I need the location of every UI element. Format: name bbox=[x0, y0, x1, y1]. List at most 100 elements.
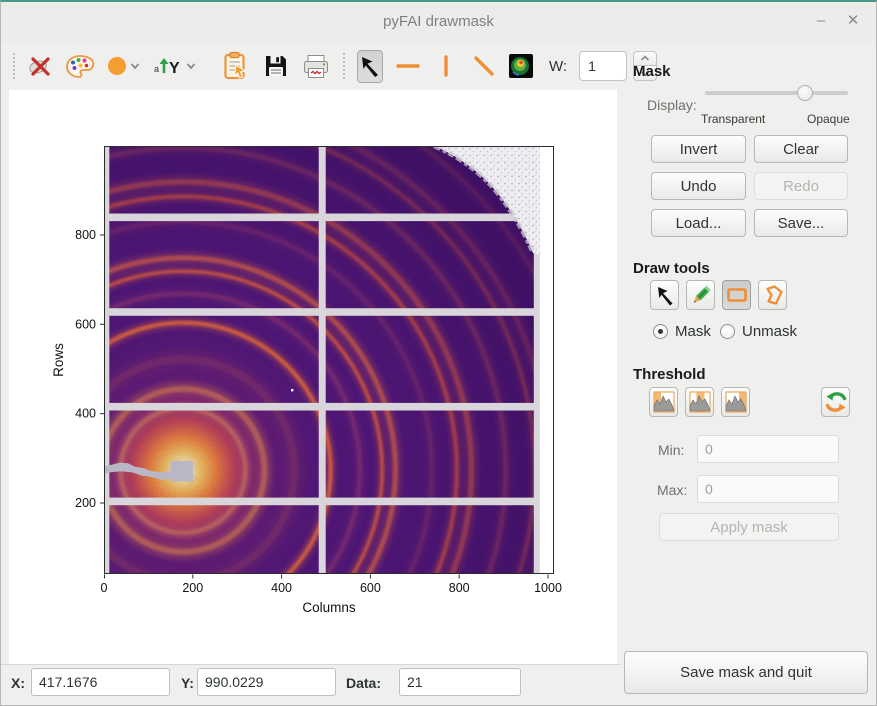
mask-above-threshold-button[interactable] bbox=[721, 387, 750, 417]
min-label: Min: bbox=[658, 442, 684, 458]
colormap-thumbnail-icon bbox=[509, 54, 533, 78]
marker-symbol-dropdown[interactable] bbox=[107, 56, 141, 76]
polygon-tool-button[interactable] bbox=[758, 280, 787, 310]
y-tick-label: 400 bbox=[75, 407, 96, 421]
free-line-profile-button[interactable] bbox=[471, 50, 497, 83]
load-mask-button[interactable]: Load... bbox=[651, 209, 746, 237]
vertical-profile-button[interactable] bbox=[433, 50, 459, 83]
rectangle-icon bbox=[725, 283, 749, 307]
y-axis-label: Rows bbox=[51, 343, 66, 377]
y-tick-label: 200 bbox=[75, 496, 96, 510]
palette-icon bbox=[65, 53, 95, 80]
redo-button[interactable]: Redo bbox=[754, 172, 848, 200]
x-tick-label: 200 bbox=[182, 581, 203, 595]
x-tick-label: 1000 bbox=[534, 581, 562, 595]
apply-mask-button[interactable]: Apply mask bbox=[659, 513, 839, 541]
reset-zoom-button[interactable] bbox=[27, 53, 53, 79]
x-tick-label: 600 bbox=[360, 581, 381, 595]
floppy-save-icon bbox=[263, 53, 289, 79]
printer-icon bbox=[301, 53, 331, 80]
x-coordinate-label: X: bbox=[11, 675, 25, 691]
y-tick-label: 800 bbox=[75, 228, 96, 242]
profile-width-label: W: bbox=[549, 58, 567, 75]
draw-tools-title: Draw tools bbox=[633, 260, 710, 277]
pointer-tool-button[interactable] bbox=[650, 280, 679, 310]
pencil-icon bbox=[689, 283, 713, 307]
display-label: Display: bbox=[647, 97, 697, 113]
red-x-icon bbox=[27, 53, 53, 79]
profile-pointer-button[interactable] bbox=[357, 50, 383, 83]
clear-profile-button[interactable] bbox=[509, 54, 533, 78]
transparent-label: Transparent bbox=[701, 112, 765, 126]
orange-circle-icon bbox=[107, 56, 127, 76]
copy-snapshot-button[interactable] bbox=[221, 51, 251, 82]
horizontal-line-icon bbox=[395, 53, 421, 79]
colormap-dialog-button[interactable] bbox=[65, 53, 95, 80]
data-value-field[interactable] bbox=[399, 668, 521, 696]
chevron-up-icon bbox=[640, 55, 650, 62]
threshold-title: Threshold bbox=[633, 366, 706, 383]
max-label: Max: bbox=[657, 482, 687, 498]
rectangle-tool-button[interactable] bbox=[722, 280, 751, 310]
unmask-radio-label[interactable]: Unmask bbox=[742, 323, 797, 340]
toolbar-drag-handle[interactable] bbox=[343, 53, 345, 79]
profile-width-spinbox[interactable] bbox=[579, 51, 627, 81]
histogram-below-icon bbox=[652, 390, 676, 414]
clipboard-copy-icon bbox=[221, 51, 251, 82]
save-mask-button[interactable]: Save... bbox=[754, 209, 848, 237]
svg-text:a: a bbox=[154, 64, 159, 74]
plot-toolbar: a Y bbox=[1, 42, 617, 90]
app-window: pyFAI drawmask – ✕ bbox=[0, 0, 877, 706]
pencil-tool-button[interactable] bbox=[686, 280, 715, 310]
titlebar: pyFAI drawmask – ✕ bbox=[1, 2, 876, 42]
save-snapshot-button[interactable] bbox=[263, 53, 289, 79]
refresh-threshold-button[interactable] bbox=[821, 387, 850, 417]
mask-section-title: Mask bbox=[633, 63, 671, 80]
vertical-line-icon bbox=[433, 53, 459, 79]
print-button[interactable] bbox=[301, 53, 331, 80]
x-tick-label: 800 bbox=[449, 581, 470, 595]
x-axis-label: Columns bbox=[302, 600, 356, 615]
toolbar-drag-handle[interactable] bbox=[13, 53, 15, 79]
mask-below-threshold-button[interactable] bbox=[649, 387, 678, 417]
save-mask-and-quit-button[interactable]: Save mask and quit bbox=[624, 651, 868, 694]
y-axis-orientation-dropdown[interactable]: a Y bbox=[153, 53, 197, 79]
diffraction-plot[interactable]: 0 200 400 600 800 1000 200 400 600 800 C… bbox=[9, 90, 617, 664]
y-coordinate-field[interactable] bbox=[197, 668, 336, 696]
mask-radio[interactable] bbox=[653, 324, 668, 339]
mask-radio-label[interactable]: Mask bbox=[675, 323, 711, 340]
slider-handle[interactable] bbox=[797, 85, 813, 101]
plot-canvas[interactable]: 0 200 400 600 800 1000 200 400 600 800 C… bbox=[9, 90, 617, 664]
opaque-label: Opaque bbox=[807, 112, 850, 126]
unmask-radio[interactable] bbox=[720, 324, 735, 339]
histogram-above-icon bbox=[724, 390, 748, 414]
mask-display-slider[interactable] bbox=[705, 85, 848, 101]
close-button[interactable]: ✕ bbox=[840, 2, 866, 42]
horizontal-profile-button[interactable] bbox=[395, 50, 421, 83]
min-input[interactable] bbox=[697, 435, 839, 463]
diagonal-line-icon bbox=[471, 53, 497, 79]
slider-groove[interactable] bbox=[705, 91, 848, 95]
invert-button[interactable]: Invert bbox=[651, 135, 746, 163]
pointer-arrow-icon bbox=[358, 54, 382, 78]
undo-button[interactable]: Undo bbox=[651, 172, 746, 200]
x-tick-label: 0 bbox=[101, 581, 108, 595]
minimize-button[interactable]: – bbox=[808, 2, 834, 42]
y-coordinate-label: Y: bbox=[181, 675, 194, 691]
polygon-icon bbox=[761, 283, 785, 307]
clear-button[interactable]: Clear bbox=[754, 135, 848, 163]
image-noise bbox=[104, 146, 554, 574]
max-input[interactable] bbox=[697, 475, 839, 503]
data-value-label: Data: bbox=[346, 675, 381, 691]
refresh-icon bbox=[823, 389, 849, 415]
x-coordinate-field[interactable] bbox=[31, 668, 170, 696]
mask-between-threshold-button[interactable] bbox=[685, 387, 714, 417]
hot-pixel bbox=[291, 389, 293, 391]
y-axis-direction-icon: a Y bbox=[153, 53, 183, 79]
beamstop-square bbox=[171, 461, 194, 482]
chevron-down-icon bbox=[129, 61, 141, 71]
radio-dot bbox=[658, 329, 663, 334]
window-title: pyFAI drawmask bbox=[1, 2, 876, 42]
svg-text:Y: Y bbox=[169, 60, 180, 77]
chevron-down-icon bbox=[185, 61, 197, 71]
